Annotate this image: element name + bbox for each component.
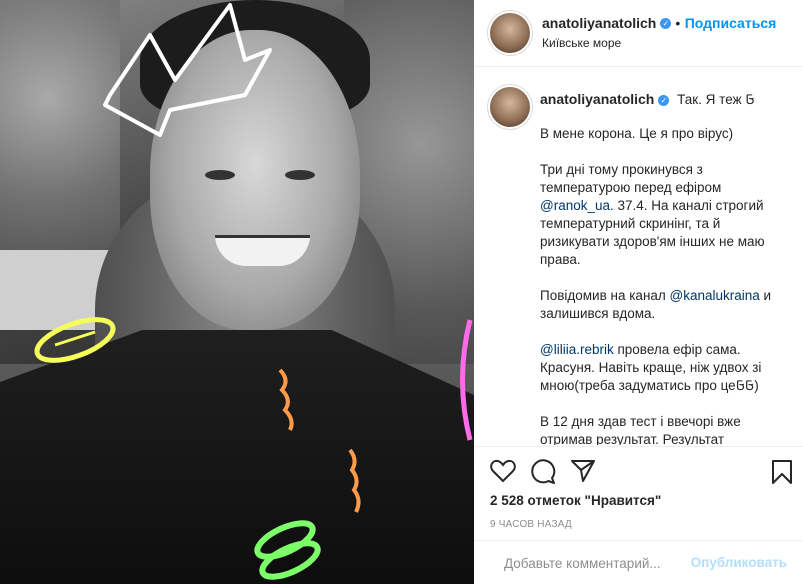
caption-username[interactable]: anatoliyanatolich bbox=[540, 91, 654, 107]
follow-button[interactable]: Подписаться bbox=[685, 15, 777, 31]
author-avatar[interactable] bbox=[490, 13, 530, 53]
mention-liliia-rebrik[interactable]: @liliia.rebrik bbox=[540, 342, 614, 357]
heart-icon[interactable] bbox=[490, 459, 516, 483]
caption-avatar[interactable] bbox=[490, 87, 530, 127]
caption-text: anatoliyanatolich ✓ Так. Я теж 𞤀 В мене к… bbox=[540, 90, 780, 445]
caption-paragraph-1: В мене корона. Це я про вірус) bbox=[540, 126, 734, 141]
crown-doodle bbox=[34, 3, 473, 580]
caption-paragraph-3: Повідомив на канал @kanalukraina и залиш… bbox=[540, 287, 780, 323]
verified-badge-icon: ✓ bbox=[660, 18, 672, 30]
caption-first-line: Так. Я теж 𞤀 bbox=[677, 92, 755, 107]
post-header: anatoliyanatolich ✓ • Подписаться Київське… bbox=[474, 0, 803, 67]
caption-verified-icon: ✓ bbox=[658, 94, 670, 106]
header-line: anatoliyanatolich ✓ • Подписаться bbox=[542, 15, 776, 33]
comments-area: anatoliyanatolich ✓ Так. Я теж 𞤀 В мене к… bbox=[474, 67, 803, 445]
comment-icon[interactable] bbox=[530, 459, 556, 485]
caption-p3-text-a: Повідомив на канал bbox=[540, 288, 670, 303]
caption-paragraph-4: @liliia.rebrik провела ефір сама. Красун… bbox=[540, 341, 780, 395]
bookmark-icon[interactable] bbox=[771, 459, 793, 485]
mention-ranok-ua[interactable]: @ranok_ua bbox=[540, 198, 610, 213]
add-comment-bar: Опубликовать bbox=[474, 540, 803, 586]
action-bar: 2 528 отметок "Нравится" 9 ЧАСОВ НАЗАД О… bbox=[474, 446, 803, 585]
header-separator: • bbox=[675, 15, 681, 31]
share-icon[interactable] bbox=[570, 459, 596, 483]
caption-paragraph-5: В 12 дня здав тест і ввечорі вже отримав… bbox=[540, 414, 741, 445]
comment-input[interactable] bbox=[502, 555, 706, 572]
mention-kanalukraina[interactable]: @kanalukraina bbox=[670, 288, 760, 303]
location-link[interactable]: Київське море bbox=[542, 36, 621, 50]
post-timestamp[interactable]: 9 ЧАСОВ НАЗАД bbox=[490, 519, 572, 530]
caption-paragraph-2: Три дні тому прокинувся з температурою п… bbox=[540, 161, 780, 269]
caption-p2-text-a: Три дні тому прокинувся з температурою п… bbox=[540, 162, 722, 195]
instagram-post: anatoliyanatolich ✓ • Подписаться Київське… bbox=[0, 0, 803, 584]
likes-count[interactable]: 2 528 отметок "Нравится" bbox=[490, 493, 661, 508]
publish-button[interactable]: Опубликовать bbox=[691, 555, 787, 570]
author-username[interactable]: anatoliyanatolich bbox=[542, 15, 656, 31]
post-photo[interactable] bbox=[0, 0, 474, 584]
